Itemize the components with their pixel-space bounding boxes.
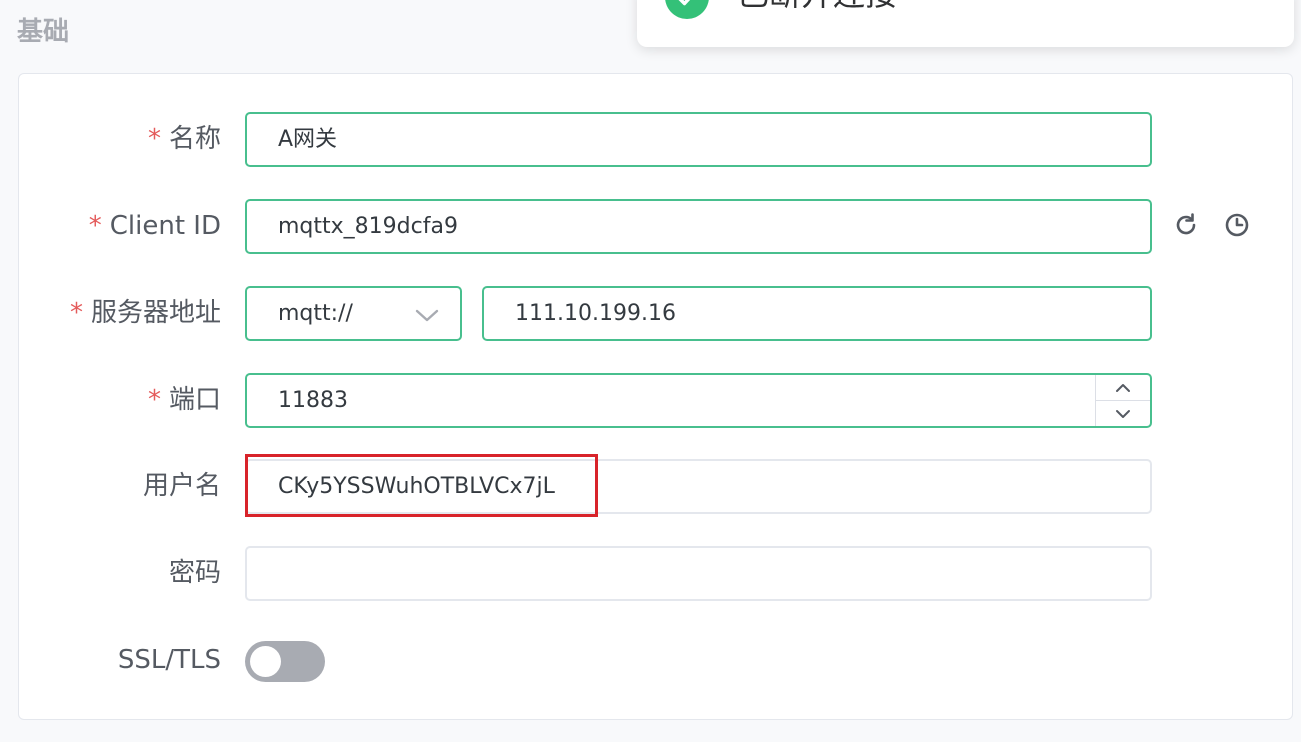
port-stepper[interactable]: 11883 xyxy=(245,373,1152,428)
client-id-input[interactable]: mqttx_819dcfa9 xyxy=(245,199,1152,254)
ssl-toggle[interactable] xyxy=(245,641,325,682)
chevron-down-icon xyxy=(415,309,439,322)
required-mark: * xyxy=(88,211,102,241)
toggle-knob xyxy=(250,646,281,677)
protocol-value: mqtt:// xyxy=(278,301,353,326)
check-circle-icon xyxy=(665,0,709,19)
name-label-text: 名称 xyxy=(168,124,221,154)
clock-icon[interactable] xyxy=(1223,211,1251,239)
password-label: 密码 xyxy=(168,558,221,588)
ssl-label: SSL/TLS xyxy=(117,645,221,675)
toast-notification: 已断开连接 xyxy=(637,0,1294,47)
port-label: * 端口 xyxy=(0,382,221,418)
username-label: 用户名 xyxy=(142,471,221,501)
username-input[interactable]: CKy5YSSWuhOTBLVCx7jL xyxy=(245,459,1152,514)
increment-button[interactable] xyxy=(1096,375,1150,401)
host-input[interactable]: 111.10.199.16 xyxy=(482,286,1152,341)
protocol-select[interactable]: mqtt:// xyxy=(245,286,462,341)
password-input[interactable] xyxy=(245,546,1152,601)
stepper-controls xyxy=(1095,375,1150,426)
required-mark: * xyxy=(69,298,83,328)
port-value[interactable]: 11883 xyxy=(278,388,348,413)
refresh-icon[interactable] xyxy=(1172,211,1200,239)
client-id-label-text: Client ID xyxy=(109,211,221,241)
section-title: 基础 xyxy=(17,17,70,47)
port-label-text: 端口 xyxy=(168,385,221,415)
client-id-label: * Client ID xyxy=(0,208,221,244)
required-mark: * xyxy=(147,124,161,154)
host-label-text: 服务器地址 xyxy=(90,298,221,328)
name-input[interactable]: A网关 xyxy=(245,112,1152,167)
decrement-button[interactable] xyxy=(1096,401,1150,426)
toast-message: 已断开连接 xyxy=(737,0,897,16)
chevron-down-icon xyxy=(1116,409,1130,418)
required-mark: * xyxy=(147,385,161,415)
host-label: * 服务器地址 xyxy=(0,295,221,331)
name-label: * 名称 xyxy=(0,121,221,157)
chevron-up-icon xyxy=(1116,383,1130,392)
